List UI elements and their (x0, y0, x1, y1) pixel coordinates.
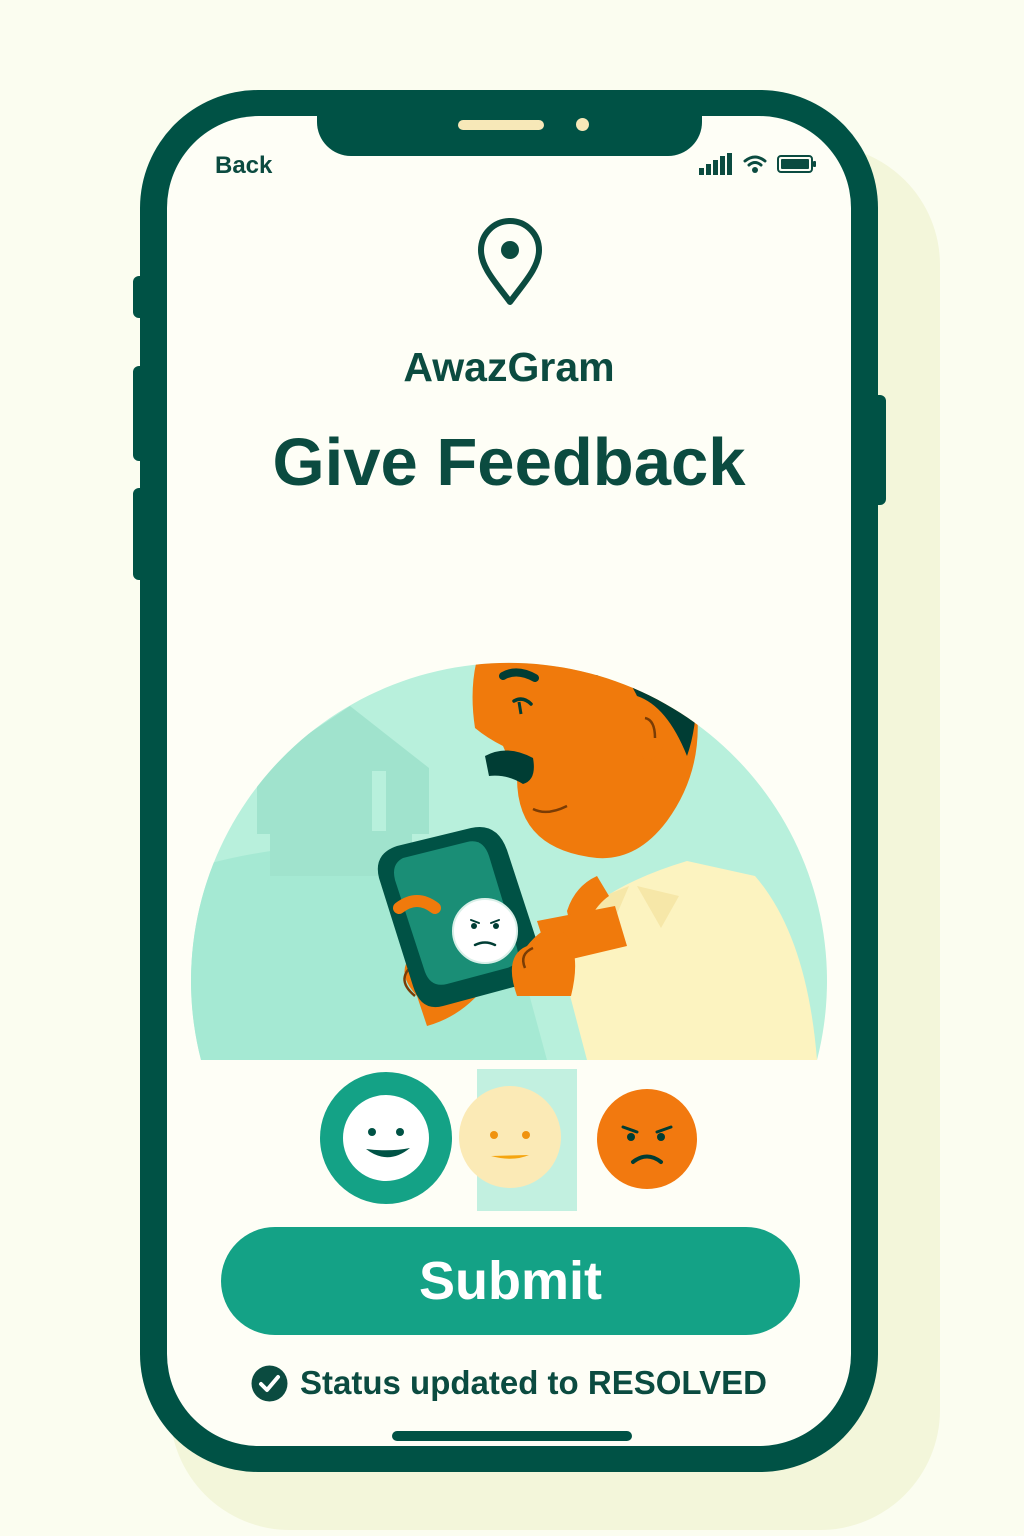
happy-face-icon[interactable] (318, 1070, 454, 1206)
check-circle-icon (251, 1365, 288, 1402)
submit-button[interactable]: Submit (221, 1227, 800, 1335)
rating-selector (167, 1066, 851, 1226)
angry-face-icon[interactable] (595, 1087, 699, 1191)
neutral-face-icon[interactable] (457, 1084, 563, 1190)
home-indicator[interactable] (392, 1431, 632, 1441)
phone-screen: Back AwazGram Give Feedback Submit Statu… (167, 116, 851, 1446)
status-message: Status updated to RESOLVED (167, 1364, 851, 1402)
phone-screen-neutral-face-icon (452, 898, 518, 964)
status-text: Status updated to RESOLVED (300, 1364, 767, 1401)
phone-frame: Back AwazGram Give Feedback Submit Statu… (140, 90, 878, 1472)
